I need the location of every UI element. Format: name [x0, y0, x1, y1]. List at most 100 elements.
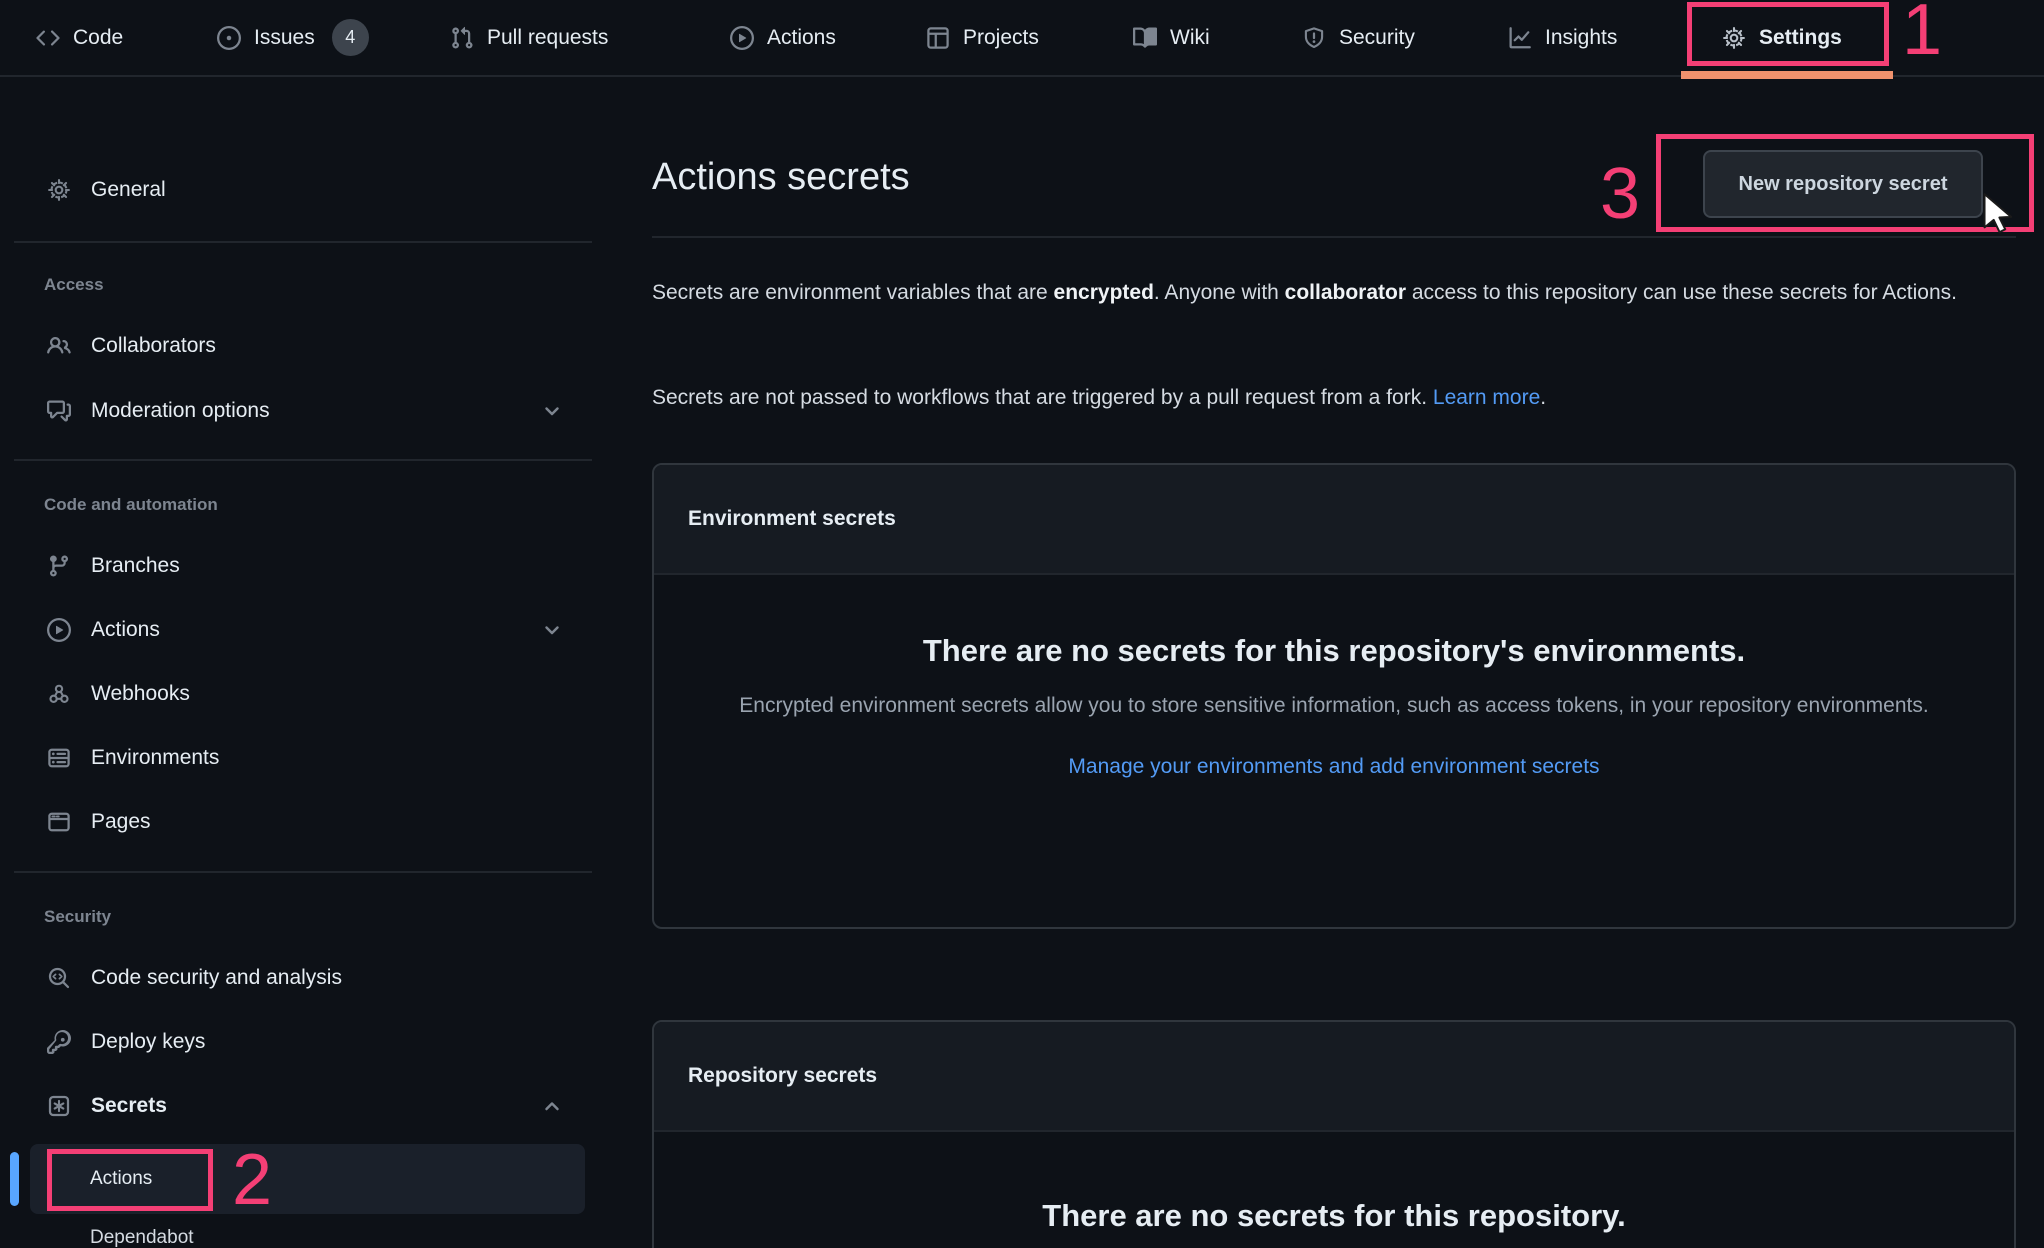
play-icon [47, 618, 71, 642]
sidebar-item-label: Collaborators [91, 334, 216, 358]
table-icon [926, 26, 950, 50]
sidebar-item-moderation-options[interactable]: Moderation options [30, 379, 585, 443]
sidebar-section-security: Security [44, 905, 111, 929]
sidebar-item-label: Secrets [91, 1094, 167, 1118]
sidebar-item-label: Branches [91, 554, 180, 578]
tab-security[interactable]: Security [1302, 0, 1415, 75]
git-branch-icon [47, 554, 71, 578]
sidebar-divider [14, 871, 592, 873]
gear-icon [1722, 26, 1746, 50]
selected-item-accent-bar [10, 1152, 19, 1206]
webhook-icon [47, 682, 71, 706]
book-icon [1133, 26, 1157, 50]
comment-discussion-icon [47, 399, 71, 423]
intro-text: Secrets are environment variables that a… [652, 281, 1054, 304]
tab-settings[interactable]: Settings [1722, 0, 1842, 75]
sidebar-item-pages[interactable]: Pages [30, 790, 585, 854]
sidebar-item-label: Environments [91, 746, 219, 770]
tab-label: Pull requests [487, 26, 608, 50]
gear-icon [47, 178, 71, 202]
tab-label: Projects [963, 26, 1039, 50]
tab-label: Issues [254, 26, 315, 50]
tab-label: Insights [1545, 26, 1617, 50]
issues-count-badge: 4 [332, 19, 369, 56]
git-pull-request-icon [450, 26, 474, 50]
sidebar-item-label: General [91, 178, 166, 202]
tab-actions[interactable]: Actions [730, 0, 836, 75]
codescan-icon [47, 966, 71, 990]
intro-bold-collaborator: collaborator [1285, 281, 1406, 304]
intro-bold-encrypted: encrypted [1054, 281, 1154, 304]
sidebar-item-label: Webhooks [91, 682, 190, 706]
issue-opened-icon [217, 26, 241, 50]
tab-insights[interactable]: Insights [1508, 0, 1617, 75]
new-repository-secret-button[interactable]: New repository secret [1703, 150, 1983, 218]
sidebar-item-actions[interactable]: Actions [30, 598, 585, 662]
browser-icon [47, 810, 71, 834]
annotation-number-3: 3 [1600, 158, 1640, 230]
tab-projects[interactable]: Projects [926, 0, 1039, 75]
environment-secrets-panel: Environment secrets There are no secrets… [652, 463, 2016, 929]
sidebar-item-collaborators[interactable]: Collaborators [30, 314, 585, 378]
sidebar-subitem-secrets-actions[interactable]: Actions [30, 1144, 585, 1214]
fork-note-text: Secrets are not passed to workflows that… [652, 377, 2024, 419]
code-icon [36, 26, 60, 50]
repository-secrets-panel: Repository secrets There are no secrets … [652, 1020, 2016, 1248]
secrets-intro-text: Secrets are environment variables that a… [652, 272, 2024, 314]
learn-more-link[interactable]: Learn more [1433, 386, 1540, 409]
settings-sidebar: General Access Collaborators Moderation … [0, 77, 648, 1248]
server-icon [47, 746, 71, 770]
tab-label: Settings [1759, 26, 1842, 50]
tab-label: Actions [767, 26, 836, 50]
chevron-down-icon [541, 400, 563, 422]
tab-label: Wiki [1170, 26, 1210, 50]
environment-secrets-empty-description: Encrypted environment secrets allow you … [689, 685, 1979, 727]
people-icon [47, 334, 71, 358]
tab-code[interactable]: Code [36, 0, 123, 75]
key-icon [47, 1030, 71, 1054]
sidebar-item-secrets[interactable]: Secrets [30, 1074, 585, 1138]
play-icon [730, 26, 754, 50]
sidebar-item-label: Moderation options [91, 399, 270, 423]
tab-issues[interactable]: Issues 4 [217, 0, 369, 75]
graph-icon [1508, 26, 1532, 50]
shield-exclamation-icon [1302, 26, 1326, 50]
repository-secrets-empty-title: There are no secrets for this repository… [654, 1198, 2014, 1234]
sidebar-item-branches[interactable]: Branches [30, 534, 585, 598]
fork-note-period: . [1540, 386, 1546, 409]
manage-environments-link[interactable]: Manage your environments and add environ… [654, 746, 2014, 788]
sidebar-item-label: Actions [90, 1168, 152, 1190]
title-divider [652, 236, 2016, 238]
sidebar-item-label: Actions [91, 618, 160, 642]
repo-tab-bar: Code Issues 4 Pull requests Actions Proj… [0, 0, 2044, 77]
github-settings-page: Code Issues 4 Pull requests Actions Proj… [0, 0, 2044, 1248]
sidebar-subitem-secrets-dependabot[interactable]: Dependabot [90, 1222, 194, 1248]
chevron-up-icon [541, 1095, 563, 1117]
sidebar-divider [14, 459, 592, 461]
sidebar-item-general[interactable]: General [30, 158, 585, 222]
page-title: Actions secrets [652, 156, 910, 199]
environment-secrets-empty-title: There are no secrets for this repository… [654, 633, 2014, 669]
sidebar-item-label: Deploy keys [91, 1030, 205, 1054]
intro-text: . Anyone with [1154, 281, 1285, 304]
sidebar-section-code-automation: Code and automation [44, 493, 218, 517]
fork-note: Secrets are not passed to workflows that… [652, 386, 1433, 409]
mouse-cursor-icon [1980, 192, 2024, 240]
chevron-down-icon [541, 619, 563, 641]
sidebar-item-deploy-keys[interactable]: Deploy keys [30, 1010, 585, 1074]
environment-secrets-header: Environment secrets [654, 465, 2014, 575]
repository-secrets-body: There are no secrets for this repository… [654, 1198, 2014, 1234]
squared-asterisk-icon [47, 1094, 71, 1118]
sidebar-item-label: Code security and analysis [91, 966, 342, 990]
tab-label: Code [73, 26, 123, 50]
tab-pull-requests[interactable]: Pull requests [450, 0, 608, 75]
sidebar-section-access: Access [44, 273, 104, 297]
tab-wiki[interactable]: Wiki [1133, 0, 1210, 75]
sidebar-item-webhooks[interactable]: Webhooks [30, 662, 585, 726]
sidebar-item-code-security-analysis[interactable]: Code security and analysis [30, 946, 585, 1010]
sidebar-item-label: Dependabot [90, 1227, 194, 1248]
environment-secrets-body: There are no secrets for this repository… [654, 633, 2014, 788]
sidebar-item-label: Pages [91, 810, 151, 834]
sidebar-item-environments[interactable]: Environments [30, 726, 585, 790]
selected-tab-underline [1681, 71, 1893, 79]
